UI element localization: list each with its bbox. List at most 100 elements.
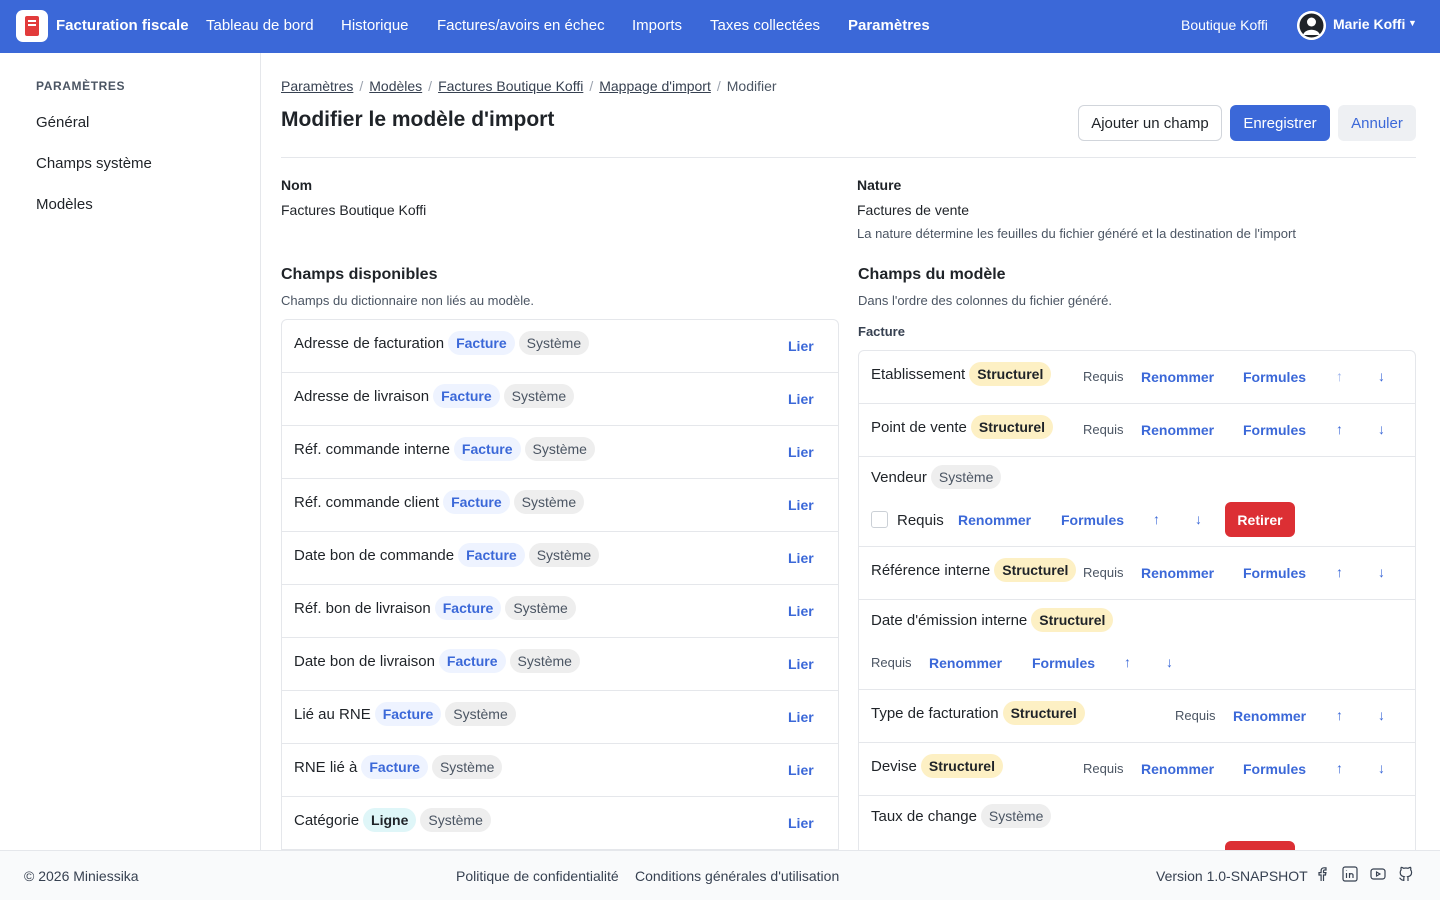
link-button[interactable]: Lier xyxy=(788,550,814,566)
link-button[interactable]: Lier xyxy=(788,497,814,513)
formulas-button[interactable]: Formules xyxy=(1243,761,1306,777)
link-button[interactable]: Lier xyxy=(788,603,814,619)
formulas-button[interactable]: Formules xyxy=(1061,512,1124,528)
avatar[interactable] xyxy=(1297,11,1326,40)
list-item: Point de vente Structurel Requis Renommer… xyxy=(859,404,1415,457)
terms-link[interactable]: Conditions générales d'utilisation xyxy=(635,868,839,884)
list-item: Catégorie Ligne Système Lier xyxy=(282,797,838,850)
privacy-link[interactable]: Politique de confidentialité xyxy=(456,868,619,884)
list-item: Etablissement Structurel Requis Renommer … xyxy=(859,351,1415,404)
link-button[interactable]: Lier xyxy=(788,338,814,354)
page-title: Modifier le modèle d'import xyxy=(281,108,555,131)
nav-dashboard[interactable]: Tableau de bord xyxy=(206,17,314,34)
list-item: RNE lié à Facture Système Lier xyxy=(282,744,838,797)
nav-settings[interactable]: Paramètres xyxy=(848,17,930,34)
nav-history[interactable]: Historique xyxy=(341,17,409,34)
sidebar-item-general[interactable]: Général xyxy=(36,114,89,131)
add-field-button[interactable]: Ajouter un champ xyxy=(1078,105,1222,141)
app-title[interactable]: Facturation fiscale xyxy=(56,17,189,34)
arrow-up-icon[interactable]: ↑ xyxy=(1336,421,1343,437)
formulas-button[interactable]: Formules xyxy=(1243,422,1306,438)
rename-button[interactable]: Renommer xyxy=(1141,761,1214,777)
tag-badge: Facture xyxy=(443,490,510,514)
formulas-button[interactable]: Formules xyxy=(1243,565,1306,581)
arrow-up-icon[interactable]: ↑ xyxy=(1336,707,1343,723)
app-logo-icon[interactable] xyxy=(16,10,48,42)
rename-button[interactable]: Renommer xyxy=(1233,708,1306,724)
rename-button[interactable]: Renommer xyxy=(958,512,1031,528)
arrow-down-icon[interactable]: ↓ xyxy=(1195,511,1202,527)
sidebar: PARAMÈTRES Général Champs système Modèle… xyxy=(0,53,261,850)
breadcrumb-models[interactable]: Modèles xyxy=(369,78,422,94)
group-label: Facture xyxy=(858,324,905,339)
footer: © 2026 Miniessika Politique de confident… xyxy=(0,850,1440,900)
divider xyxy=(281,157,1416,158)
list-item: Adresse de facturation Facture Système Lie… xyxy=(282,320,838,373)
github-icon[interactable] xyxy=(1398,866,1414,882)
link-button[interactable]: Lier xyxy=(788,762,814,778)
arrow-down-icon[interactable]: ↓ xyxy=(1378,760,1385,776)
required-label: Requis xyxy=(871,655,912,670)
list-item: Taux de changeSystème Retirer xyxy=(859,796,1415,850)
nature-label: Nature xyxy=(857,177,902,193)
list-item: Réf. commande client Facture Système Lier xyxy=(282,479,838,532)
available-fields-title: Champs disponibles xyxy=(281,266,438,283)
linkedin-icon[interactable] xyxy=(1342,866,1358,882)
arrow-down-icon[interactable]: ↓ xyxy=(1378,707,1385,723)
sidebar-item-models[interactable]: Modèles xyxy=(36,196,93,213)
breadcrumb-current: Modifier xyxy=(726,78,777,94)
arrow-up-icon[interactable]: ↑ xyxy=(1153,511,1160,527)
required-label: Requis xyxy=(1083,422,1124,437)
arrow-up-icon[interactable]: ↑ xyxy=(1124,654,1131,670)
tag-badge: Facture xyxy=(438,649,506,673)
remove-button[interactable]: Retirer xyxy=(1225,502,1295,537)
copyright: © 2026 Miniessika xyxy=(24,868,139,884)
sidebar-title: PARAMÈTRES xyxy=(36,79,126,93)
link-button[interactable]: Lier xyxy=(788,656,814,672)
rename-button[interactable]: Renommer xyxy=(1141,422,1214,438)
cancel-button[interactable]: Annuler xyxy=(1338,105,1416,141)
youtube-icon[interactable] xyxy=(1370,866,1386,882)
kind-badge: Système xyxy=(518,331,590,355)
rename-button[interactable]: Renommer xyxy=(929,655,1002,671)
nav-collected-taxes[interactable]: Taxes collectées xyxy=(710,17,820,34)
nav-failed-invoices[interactable]: Factures/avoirs en échec xyxy=(437,17,605,34)
facebook-icon[interactable] xyxy=(1314,866,1330,882)
link-button[interactable]: Lier xyxy=(788,709,814,725)
kind-badge: Système xyxy=(930,465,1002,489)
formulas-button[interactable]: Formules xyxy=(1032,655,1095,671)
required-label: Requis xyxy=(1083,565,1124,580)
arrow-up-icon[interactable]: ↑ xyxy=(1336,760,1343,776)
arrow-up-icon[interactable]: ↑ xyxy=(1336,564,1343,580)
model-fields-subtitle: Dans l'ordre des colonnes du fichier gén… xyxy=(858,293,1112,308)
company-name[interactable]: Boutique Koffi xyxy=(1181,17,1268,33)
required-label: Requis xyxy=(1083,761,1124,776)
nav-imports[interactable]: Imports xyxy=(632,17,682,34)
model-fields-list: Etablissement Structurel Requis Renommer … xyxy=(858,350,1416,850)
kind-badge: Structurel xyxy=(1002,701,1085,725)
name-value: Factures Boutique Koffi xyxy=(281,202,427,218)
breadcrumb-settings[interactable]: Paramètres xyxy=(281,78,353,94)
arrow-down-icon[interactable]: ↓ xyxy=(1378,368,1385,384)
link-button[interactable]: Lier xyxy=(788,444,814,460)
arrow-down-icon[interactable]: ↓ xyxy=(1378,421,1385,437)
breadcrumb-import-mapping[interactable]: Mappage d'import xyxy=(599,78,711,94)
breadcrumb-model[interactable]: Factures Boutique Koffi xyxy=(438,78,583,94)
remove-button[interactable]: Retirer xyxy=(1225,841,1295,850)
arrow-down-icon[interactable]: ↓ xyxy=(1378,564,1385,580)
link-button[interactable]: Lier xyxy=(788,815,814,831)
save-button[interactable]: Enregistrer xyxy=(1230,105,1330,141)
rename-button[interactable]: Renommer xyxy=(1141,369,1214,385)
link-button[interactable]: Lier xyxy=(788,391,814,407)
kind-badge: Structurel xyxy=(969,362,1052,386)
tag-badge: Facture xyxy=(361,755,428,779)
rename-button[interactable]: Renommer xyxy=(1141,565,1214,581)
arrow-down-icon[interactable]: ↓ xyxy=(1166,654,1173,670)
formulas-button[interactable]: Formules xyxy=(1243,369,1306,385)
arrow-up-icon[interactable]: ↑ xyxy=(1336,368,1343,384)
user-menu[interactable]: Marie Koffi xyxy=(1333,16,1405,32)
chevron-down-icon[interactable]: ▼ xyxy=(1408,18,1417,28)
required-checkbox[interactable] xyxy=(871,511,888,528)
list-item: Date d'émission interne Structurel Requis… xyxy=(859,600,1415,690)
sidebar-item-system-fields[interactable]: Champs système xyxy=(36,155,152,172)
